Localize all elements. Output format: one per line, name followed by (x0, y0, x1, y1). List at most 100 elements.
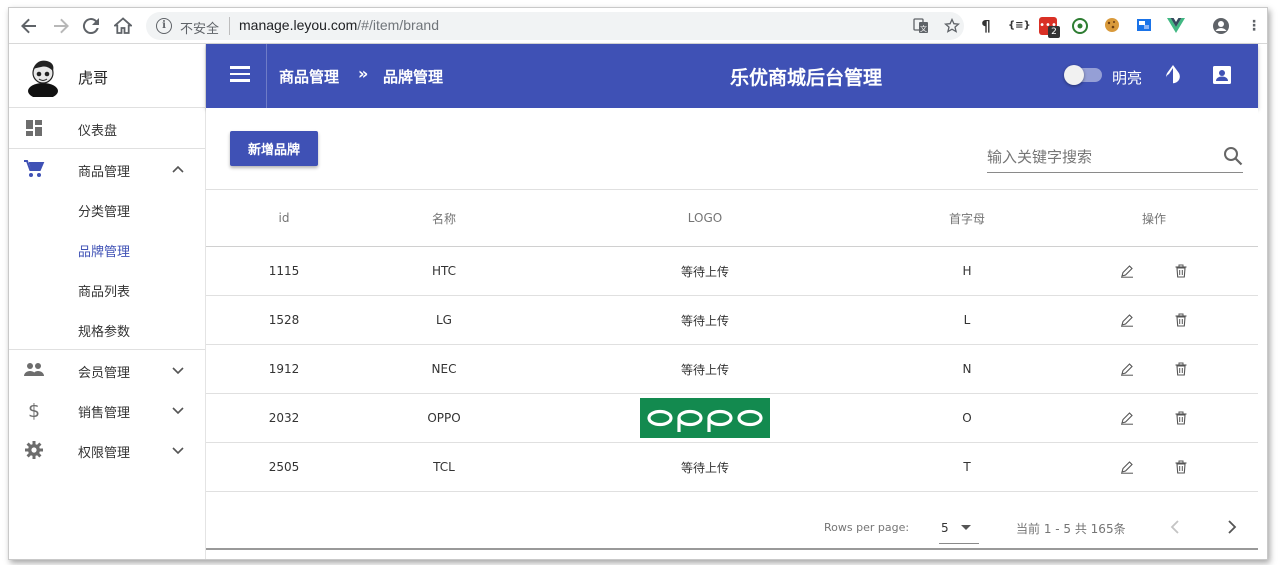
edit-icon[interactable] (1120, 460, 1134, 474)
cell-letter: H (884, 246, 1050, 296)
delete-icon[interactable] (1174, 460, 1188, 474)
theme-toggle[interactable] (1064, 65, 1102, 85)
invert-colors-icon[interactable] (1163, 64, 1183, 86)
pagination: Rows per page: 5 当前 1 - 5 共 165条 (206, 508, 1258, 548)
delete-icon[interactable] (1174, 362, 1188, 376)
delete-icon[interactable] (1174, 264, 1188, 278)
column-header-id[interactable]: id (206, 189, 362, 247)
cell-name: TCL (362, 442, 526, 492)
cell-actions (1050, 393, 1258, 443)
sidebar-item-category[interactable]: 分类管理 (9, 189, 205, 229)
avatar[interactable] (25, 57, 61, 97)
sidebar-item-permissions[interactable]: 权限管理 (9, 430, 205, 470)
search-icon[interactable] (1223, 146, 1243, 166)
rows-per-page-select[interactable]: 5 (939, 516, 979, 544)
dollar-icon: $ (28, 400, 40, 420)
address-bar[interactable]: i 不安全 manage.leyou.com/#/item/brand 文 (146, 12, 964, 40)
table-row: 1912 NEC 等待上传 N (206, 344, 1258, 394)
chevron-up-icon[interactable] (171, 162, 185, 176)
evernote-extension-icon[interactable] (1071, 17, 1089, 35)
sidebar-item-goods-list[interactable]: 商品列表 (9, 269, 205, 309)
sidebar-item-products[interactable]: 商品管理 (9, 149, 205, 189)
more-menu-icon[interactable]: ⋮ (1245, 17, 1263, 35)
edit-icon[interactable] (1120, 264, 1134, 278)
people-icon (24, 363, 44, 376)
table-row: 2505 TCL 等待上传 T (206, 442, 1258, 492)
column-header-logo[interactable]: LOGO (526, 189, 884, 247)
user-profile: 虎哥 (9, 44, 205, 108)
sidebar-item-label: 商品管理 (78, 165, 131, 180)
cell-name: NEC (362, 344, 526, 394)
account-box-icon[interactable] (1212, 65, 1232, 85)
screenshot-extension-icon[interactable] (1135, 17, 1153, 35)
browser-toolbar: i 不安全 manage.leyou.com/#/item/brand 文 ¶ … (9, 8, 1267, 44)
url-text[interactable]: manage.leyou.com/#/item/brand (239, 17, 439, 33)
sidebar-item-label: 规格参数 (78, 325, 131, 340)
chevron-down-icon[interactable] (171, 363, 185, 377)
cell-id: 1528 (206, 295, 362, 345)
reload-icon[interactable] (81, 16, 101, 36)
account-icon[interactable] (1212, 17, 1230, 35)
edit-icon[interactable] (1120, 313, 1134, 327)
chevron-right-icon[interactable] (1224, 518, 1240, 536)
theme-label: 明亮 (1112, 69, 1143, 87)
add-brand-button[interactable]: 新增品牌 (230, 131, 318, 166)
menu-icon[interactable] (230, 66, 250, 82)
sidebar-item-label: 权限管理 (78, 446, 131, 461)
page-title: 乐优商城后台管理 (730, 67, 883, 89)
search-input[interactable] (987, 146, 1212, 168)
header-divider (266, 44, 267, 108)
home-icon[interactable] (113, 16, 133, 36)
url-path: /#/item/brand (357, 17, 440, 33)
sidebar-item-brand[interactable]: 品牌管理 (9, 229, 205, 269)
cell-name: HTC (362, 246, 526, 296)
sidebar-item-sales[interactable]: $ 销售管理 (9, 390, 205, 430)
column-header-actions: 操作 (1050, 189, 1258, 247)
sidebar-item-specs[interactable]: 规格参数 (9, 309, 205, 349)
breadcrumb-brand: 品牌管理 (383, 68, 444, 86)
table-row: 1528 LG 等待上传 L (206, 295, 1258, 345)
cell-logo: 等待上传 (526, 295, 884, 345)
sidebar-item-label: 销售管理 (78, 406, 131, 421)
column-header-letter[interactable]: 首字母 (884, 189, 1050, 247)
edit-icon[interactable] (1120, 362, 1134, 376)
brand-panel: 新增品牌 id 名称 LOGO 首字母 操作 1115 (206, 108, 1258, 550)
chevron-down-icon[interactable] (171, 403, 185, 417)
notes-extension-icon[interactable]: ••• 2 (1039, 17, 1060, 38)
cookie-extension-icon[interactable] (1103, 17, 1121, 35)
rows-per-page-label: Rows per page: (824, 521, 910, 534)
vue-devtools-icon[interactable] (1167, 17, 1185, 35)
edit-icon[interactable] (1120, 411, 1134, 425)
cart-icon (24, 160, 45, 177)
brand-table: id 名称 LOGO 首字母 操作 1115 HTC 等待上传 H 1528 L… (206, 189, 1258, 492)
paragraph-extension-icon[interactable]: ¶ (977, 17, 995, 35)
cell-name: LG (362, 295, 526, 345)
browser-window: i 不安全 manage.leyou.com/#/item/brand 文 ¶ … (8, 7, 1268, 560)
cell-letter: T (884, 442, 1050, 492)
star-icon[interactable] (943, 17, 961, 34)
dashboard-icon (26, 120, 42, 136)
url-host: manage.leyou.com (239, 17, 358, 33)
svg-text:文: 文 (920, 24, 927, 33)
forward-icon[interactable] (51, 16, 71, 36)
json-extension-icon[interactable]: {≡} (1008, 17, 1031, 35)
chevron-down-icon[interactable] (171, 443, 185, 457)
back-icon[interactable] (19, 16, 39, 36)
security-label: 不安全 (180, 22, 220, 37)
sidebar-item-label: 品牌管理 (78, 245, 131, 260)
column-header-name[interactable]: 名称 (362, 189, 526, 247)
user-name: 虎哥 (78, 69, 109, 87)
table-header-row: id 名称 LOGO 首字母 操作 (206, 189, 1258, 247)
sidebar-item-label: 仪表盘 (78, 124, 118, 139)
extension-badge: 2 (1048, 26, 1060, 38)
app-header: 商品管理 » 品牌管理 乐优商城后台管理 明亮 (206, 44, 1258, 108)
delete-icon[interactable] (1174, 313, 1188, 327)
breadcrumb-products[interactable]: 商品管理 (279, 66, 339, 87)
sidebar-item-members[interactable]: 会员管理 (9, 350, 205, 390)
delete-icon[interactable] (1174, 411, 1188, 425)
translate-icon[interactable]: 文 (913, 18, 929, 34)
toggle-knob (1064, 65, 1084, 85)
sidebar-item-dashboard[interactable]: 仪表盘 (9, 108, 205, 148)
info-icon[interactable]: i (156, 18, 172, 34)
chevron-left-icon[interactable] (1167, 518, 1183, 536)
